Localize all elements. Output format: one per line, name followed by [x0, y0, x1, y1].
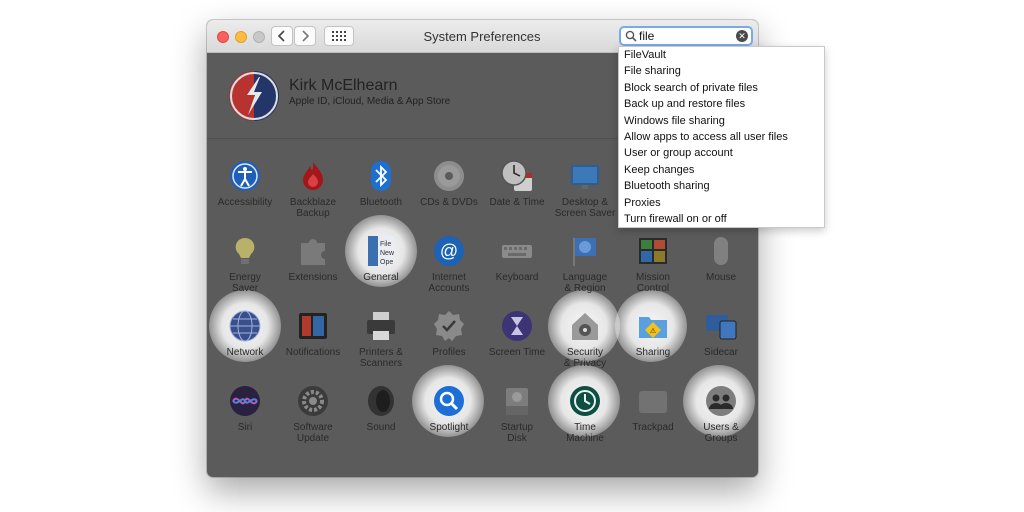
- search-results-dropdown: FileVault File sharing Block search of p…: [618, 46, 825, 228]
- pane-screen-time[interactable]: Screen Time: [483, 309, 551, 358]
- pane-siri[interactable]: Siri: [211, 384, 279, 433]
- close-window-button[interactable]: [217, 31, 229, 43]
- svg-text:File: File: [380, 241, 391, 248]
- chevron-left-icon: [278, 30, 285, 42]
- pane-internet-accounts[interactable]: @ Internet Accounts: [415, 234, 483, 294]
- bluetooth-icon: [364, 159, 398, 193]
- flame-icon: [296, 159, 330, 193]
- window-title: System Preferences: [423, 29, 541, 44]
- pane-general[interactable]: File New Ope General: [347, 234, 415, 283]
- notifications-icon: [296, 309, 330, 343]
- pane-date-time[interactable]: Date & Time: [483, 159, 551, 208]
- avatar[interactable]: [229, 71, 279, 121]
- pane-energy-saver[interactable]: Energy Saver: [211, 234, 279, 294]
- zoom-window-button[interactable]: [253, 31, 265, 43]
- forward-button[interactable]: [294, 26, 316, 46]
- siri-icon: [228, 384, 262, 418]
- svg-text:New: New: [380, 250, 395, 257]
- search-result-item[interactable]: File sharing: [619, 63, 824, 79]
- search-result-item[interactable]: Block search of private files: [619, 80, 824, 96]
- puzzle-piece-icon: [296, 234, 330, 268]
- accessibility-icon: [228, 159, 262, 193]
- pane-keyboard[interactable]: Keyboard: [483, 234, 551, 283]
- minimize-window-button[interactable]: [235, 31, 247, 43]
- search-result-item[interactable]: Proxies: [619, 195, 824, 211]
- pane-trackpad[interactable]: Trackpad: [619, 384, 687, 433]
- clock-calendar-icon: [500, 159, 534, 193]
- pane-mission-control[interactable]: Mission Control: [619, 234, 687, 294]
- search-result-item[interactable]: Windows file sharing: [619, 113, 824, 129]
- trackpad-icon: [636, 384, 670, 418]
- pane-time-machine[interactable]: Time Machine: [551, 384, 619, 444]
- pane-startup-disk[interactable]: Startup Disk: [483, 384, 551, 444]
- pane-bluetooth[interactable]: Bluetooth: [347, 159, 415, 208]
- search-result-item[interactable]: Keep changes: [619, 162, 824, 178]
- pane-sound[interactable]: Sound: [347, 384, 415, 433]
- gear-icon: [296, 384, 330, 418]
- globe-icon: [228, 309, 262, 343]
- pane-cds-dvds[interactable]: CDs & DVDs: [415, 159, 483, 208]
- pane-accessibility[interactable]: Accessibility: [211, 159, 279, 208]
- flag-globe-icon: [568, 234, 602, 268]
- show-all-button[interactable]: [324, 26, 354, 46]
- account-subtitle: Apple ID, iCloud, Media & App Store: [289, 96, 451, 107]
- sharing-folder-icon: ⚠: [636, 309, 670, 343]
- sidecar-icon: [704, 309, 738, 343]
- search-result-item[interactable]: User or group account: [619, 145, 824, 161]
- search-result-item[interactable]: FileVault: [619, 47, 824, 63]
- pane-language-region[interactable]: Language & Region: [551, 234, 619, 294]
- svg-text:⚠: ⚠: [650, 327, 656, 335]
- keyboard-icon: [500, 234, 534, 268]
- pane-sharing[interactable]: ⚠ Sharing: [619, 309, 687, 358]
- magnifying-glass-icon: [432, 384, 466, 418]
- account-name[interactable]: Kirk McElhearn: [289, 77, 397, 95]
- search-input[interactable]: [639, 29, 729, 43]
- house-security-icon: [568, 309, 602, 343]
- search-result-item[interactable]: Turn firewall on or off: [619, 211, 824, 227]
- time-machine-icon: [568, 384, 602, 418]
- search-result-item[interactable]: Bluetooth sharing: [619, 178, 824, 194]
- search-field[interactable]: ✕: [619, 26, 753, 46]
- lightbulb-icon: [228, 234, 262, 268]
- pane-mouse[interactable]: Mouse: [687, 234, 755, 283]
- svg-text:@: @: [440, 241, 458, 261]
- pane-notifications[interactable]: Notifications: [279, 309, 347, 358]
- users-icon: [704, 384, 738, 418]
- printer-icon: [364, 309, 398, 343]
- pane-profiles[interactable]: Profiles: [415, 309, 483, 358]
- pane-network[interactable]: Network: [211, 309, 279, 358]
- grateful-dead-avatar-icon: [229, 71, 279, 121]
- general-file-icon: File New Ope: [364, 234, 398, 268]
- pane-security-privacy[interactable]: Security & Privacy: [551, 309, 619, 369]
- pane-users-groups[interactable]: Users & Groups: [687, 384, 755, 444]
- pane-backblaze[interactable]: Backblaze Backup: [279, 159, 347, 219]
- speaker-icon: [364, 384, 398, 418]
- pane-software-update[interactable]: Software Update: [279, 384, 347, 444]
- search-result-item[interactable]: Allow apps to access all user files: [619, 129, 824, 145]
- pane-printers-scanners[interactable]: Printers & Scanners: [347, 309, 415, 369]
- pane-extensions[interactable]: Extensions: [279, 234, 347, 283]
- pane-spotlight[interactable]: Spotlight: [415, 384, 483, 433]
- clear-search-icon[interactable]: ✕: [736, 30, 748, 42]
- mission-control-icon: [636, 234, 670, 268]
- svg-text:Ope: Ope: [380, 259, 393, 266]
- disc-icon: [432, 159, 466, 193]
- desktop-icon: [568, 159, 602, 193]
- at-sign-icon: @: [432, 234, 466, 268]
- checkmark-badge-icon: [432, 309, 466, 343]
- grid-icon: [332, 31, 346, 41]
- back-button[interactable]: [271, 26, 293, 46]
- chevron-right-icon: [302, 30, 309, 42]
- search-result-item[interactable]: Back up and restore files: [619, 96, 824, 112]
- search-icon: [625, 30, 637, 42]
- pane-sidecar[interactable]: Sidecar: [687, 309, 755, 358]
- hard-disk-icon: [500, 384, 534, 418]
- pane-desktop[interactable]: Desktop & Screen Saver: [551, 159, 619, 219]
- hourglass-icon: [500, 309, 534, 343]
- mouse-icon: [704, 234, 738, 268]
